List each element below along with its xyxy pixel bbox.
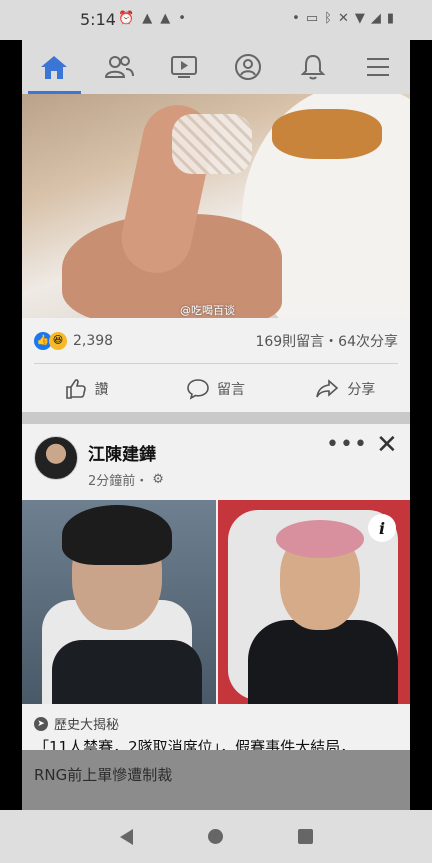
notifications-icon bbox=[300, 54, 326, 80]
bluetooth-icon: ᛒ bbox=[324, 11, 332, 26]
comment-icon bbox=[187, 379, 209, 400]
android-icon-2: ▲ bbox=[160, 11, 171, 26]
reactions[interactable]: 👍 😆 2,398 bbox=[34, 331, 114, 350]
action-row: 讚 留言 分享 bbox=[22, 364, 410, 414]
photo-food bbox=[272, 109, 382, 159]
gear-icon: ⚙ bbox=[152, 472, 164, 487]
post-stats[interactable]: 169則留言・64次分享 bbox=[255, 331, 398, 351]
wifi-icon: ▼ bbox=[354, 11, 365, 26]
menu-icon bbox=[366, 58, 389, 76]
link-headline-continued: RNG前上單慘遭制裁 bbox=[34, 766, 173, 784]
nav-menu[interactable] bbox=[345, 40, 410, 94]
more-options-button[interactable]: ••• bbox=[326, 432, 368, 457]
comment-label: 留言 bbox=[216, 382, 245, 398]
like-label: 讚 bbox=[94, 382, 109, 398]
top-nav bbox=[22, 40, 410, 94]
share-label: 分享 bbox=[347, 382, 376, 398]
nav-watch[interactable] bbox=[151, 40, 216, 94]
home-icon bbox=[41, 56, 68, 79]
back-icon[interactable] bbox=[119, 828, 133, 845]
status-right-icons: • ▭ ᛒ ✕ ▼ ◢ ▮ bbox=[292, 11, 394, 26]
share-icon bbox=[316, 379, 339, 398]
vibrate-off-icon: ✕ bbox=[337, 11, 349, 26]
info-icon[interactable]: i bbox=[368, 514, 396, 542]
photo-watermark: @吃喝百谈 bbox=[180, 304, 235, 317]
post-card: 江陳建鏵 2分鐘前・ ⚙ ••• ✕ i ➤ 歷史大揭秘 「11人禁賽，2隊取消… bbox=[22, 424, 410, 750]
post-photo[interactable]: @吃喝百谈 bbox=[22, 94, 410, 318]
post-time-label: 2分鐘前・ bbox=[88, 474, 149, 489]
post-footer: 👍 😆 2,398 169則留言・64次分享 讚 留言 分享 bbox=[22, 318, 410, 414]
watch-icon bbox=[170, 56, 197, 78]
signal-icon: ◢ bbox=[370, 11, 381, 26]
status-left-icons: ⏰ ▲ ▲ • bbox=[118, 11, 186, 26]
battery-icon: ▮ bbox=[386, 11, 394, 26]
feed-separator bbox=[22, 412, 410, 424]
close-button[interactable]: ✕ bbox=[376, 430, 398, 460]
android-icon: ▲ bbox=[142, 11, 153, 26]
home-button-icon[interactable] bbox=[207, 829, 223, 844]
dimmed-overlay: RNG前上單慘遭制裁 bbox=[22, 750, 410, 810]
nav-notifications[interactable] bbox=[281, 40, 346, 94]
cast-icon: ▭ bbox=[305, 11, 319, 26]
nav-home[interactable] bbox=[22, 40, 87, 94]
avatar[interactable] bbox=[34, 436, 78, 480]
like-button[interactable]: 讚 bbox=[22, 378, 151, 400]
share-button[interactable]: 分享 bbox=[281, 379, 410, 399]
thumbs-up-icon bbox=[65, 379, 86, 399]
source-label: 歷史大揭秘 bbox=[54, 718, 120, 733]
person-body bbox=[52, 640, 202, 704]
screen: 5:14 ⏰ ▲ ▲ • • ▭ ᛒ ✕ ▼ ◢ ▮ @吃喝百谈 👍 😆 2,3… bbox=[0, 0, 432, 863]
link-preview-image[interactable]: i bbox=[22, 500, 410, 704]
status-time: 5:14 bbox=[80, 10, 116, 29]
friends-icon bbox=[104, 56, 134, 78]
system-nav-bar bbox=[0, 810, 432, 863]
reaction-count: 2,398 bbox=[73, 332, 114, 349]
nav-profile[interactable] bbox=[216, 40, 281, 94]
link-source: ➤ 歷史大揭秘 bbox=[34, 714, 119, 733]
recents-icon[interactable] bbox=[297, 829, 313, 844]
nav-friends[interactable] bbox=[87, 40, 152, 94]
person-hair bbox=[62, 505, 172, 565]
photo-noodles bbox=[172, 114, 252, 174]
dot-icon: • bbox=[292, 11, 300, 26]
author-name[interactable]: 江陳建鏵 bbox=[88, 440, 156, 465]
source-icon: ➤ bbox=[34, 716, 48, 731]
profile-icon bbox=[235, 54, 262, 80]
haha-reaction-icon: 😆 bbox=[49, 331, 67, 350]
post-time: 2分鐘前・ ⚙ bbox=[88, 470, 164, 489]
person-body bbox=[248, 620, 398, 704]
person-hair bbox=[276, 520, 364, 558]
comment-button[interactable]: 留言 bbox=[151, 378, 280, 400]
image-left-panel bbox=[22, 500, 216, 704]
status-bar: 5:14 ⏰ ▲ ▲ • • ▭ ᛒ ✕ ▼ ◢ ▮ bbox=[0, 0, 432, 40]
reaction-row: 👍 😆 2,398 169則留言・64次分享 bbox=[22, 318, 410, 363]
link-headline[interactable]: 「11人禁賽，2隊取消席位」，假賽事件大結局， bbox=[34, 736, 404, 750]
dot-icon: • bbox=[178, 11, 186, 26]
alarm-icon: ⏰ bbox=[118, 11, 135, 26]
